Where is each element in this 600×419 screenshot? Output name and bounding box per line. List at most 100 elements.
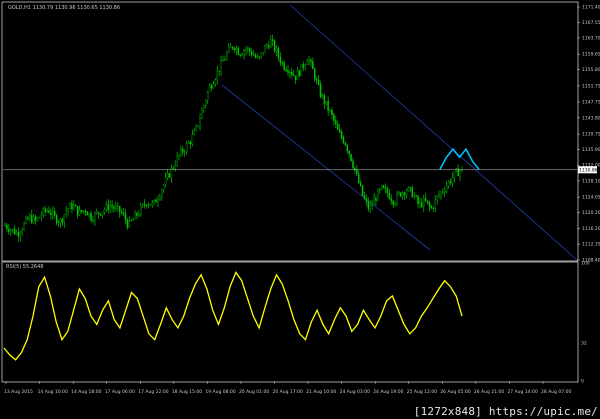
candle-body (379, 189, 381, 191)
candle-body (445, 185, 448, 192)
x-tick-label: 13 Aug 2015 (4, 389, 33, 395)
y-axis-ticks: 1171.40 1167.55 1163.70 1159.65 1155.80 1151.… (577, 5, 600, 264)
rsi-tick-label: 100 (581, 261, 590, 267)
candle-body (356, 170, 358, 174)
y-tick-label: 1120.20 (582, 210, 600, 216)
candle-body (449, 181, 452, 184)
x-tick-label: 19 Aug 08:00 (205, 389, 235, 395)
candle-body (407, 187, 410, 191)
candle-body (29, 214, 31, 220)
candle-body (287, 70, 289, 73)
candle-body (319, 84, 322, 98)
x-tick-label: 18 Aug 15:00 (172, 389, 202, 395)
candle-body (262, 52, 264, 54)
candlestick-series (4, 34, 463, 242)
candle-body (375, 198, 377, 201)
candle-body (90, 213, 92, 221)
candle-body (314, 68, 316, 80)
x-tick-label: 20 Aug 01:00 (239, 389, 269, 395)
candle-body (166, 173, 169, 178)
candle-body (260, 52, 262, 57)
candle-body (306, 61, 308, 66)
candle-body (283, 62, 285, 70)
candle-body (447, 181, 450, 187)
candle-body (436, 195, 438, 200)
candle-body (195, 125, 197, 131)
candle-body (57, 222, 60, 224)
candle-body (199, 118, 201, 127)
candle-body (380, 185, 383, 190)
x-tick-label: 14 Aug 10:00 (38, 389, 68, 395)
candle-body (189, 142, 192, 145)
candle-body (331, 110, 333, 115)
candle-body (172, 167, 175, 169)
candle-body (136, 212, 138, 216)
rsi-chart-frame (1, 261, 579, 383)
candle-body (153, 199, 155, 203)
rsi-tick-label: 32 (581, 341, 587, 347)
candle-body (302, 64, 305, 68)
candle-body (317, 79, 320, 85)
rsi-tick-label: 0 (581, 379, 584, 385)
candle-body (74, 204, 77, 207)
candle-body (400, 192, 402, 197)
candle-body (401, 192, 404, 197)
candle-body (237, 48, 240, 55)
candle-body (147, 204, 150, 206)
candle-body (65, 210, 67, 215)
candle-body (388, 193, 391, 199)
candle-body (304, 64, 306, 68)
candle-body (94, 212, 96, 221)
candle-body (145, 205, 148, 207)
x-tick-label: 17 Aug 06:00 (105, 389, 135, 395)
y-tick-label: 1112.35 (582, 242, 600, 248)
candle-body (40, 214, 43, 218)
candle-body (325, 101, 327, 104)
candle-body (71, 203, 73, 210)
candle-body (308, 59, 310, 62)
candle-body (428, 202, 431, 207)
candle-body (50, 212, 52, 216)
candle-body (48, 210, 50, 213)
candle-body (210, 85, 213, 89)
candle-body (359, 182, 362, 186)
candle-body (115, 206, 117, 209)
candle-body (118, 206, 121, 213)
candle-body (218, 70, 220, 72)
candle-body (36, 217, 39, 221)
channel-line (289, 4, 578, 261)
candle-body (117, 206, 119, 207)
candle-body (34, 216, 37, 221)
candle-body (430, 206, 433, 209)
candle-body (346, 145, 349, 152)
candle-body (403, 192, 406, 196)
candle-body (59, 219, 62, 223)
candle-body (120, 212, 123, 213)
candle-body (411, 187, 414, 198)
candle-body (405, 190, 408, 196)
candle-body (206, 91, 209, 101)
candle-body (291, 72, 293, 75)
candle-body (235, 48, 238, 51)
candle-body (191, 134, 194, 145)
y-tick-label: 1163.70 (582, 35, 600, 41)
candle-body (417, 196, 419, 204)
candle-body (82, 210, 85, 213)
candle-body (363, 195, 366, 199)
candle-body (15, 232, 18, 235)
candle-body (461, 166, 463, 171)
watermark-text: [1272x848] https://upic.me/ (413, 405, 598, 418)
candle-body (138, 214, 140, 216)
forecast-path (439, 147, 480, 170)
candle-body (426, 200, 429, 203)
candle-body (8, 228, 10, 232)
candle-body (168, 173, 171, 178)
candle-body (128, 219, 131, 228)
candle-body (222, 60, 224, 62)
candle-body (220, 60, 222, 72)
candle-body (224, 59, 226, 61)
candle-body (335, 120, 337, 125)
current-price-label: 1130.86 (579, 167, 598, 173)
candle-body (182, 149, 184, 153)
candle-body (432, 208, 435, 209)
